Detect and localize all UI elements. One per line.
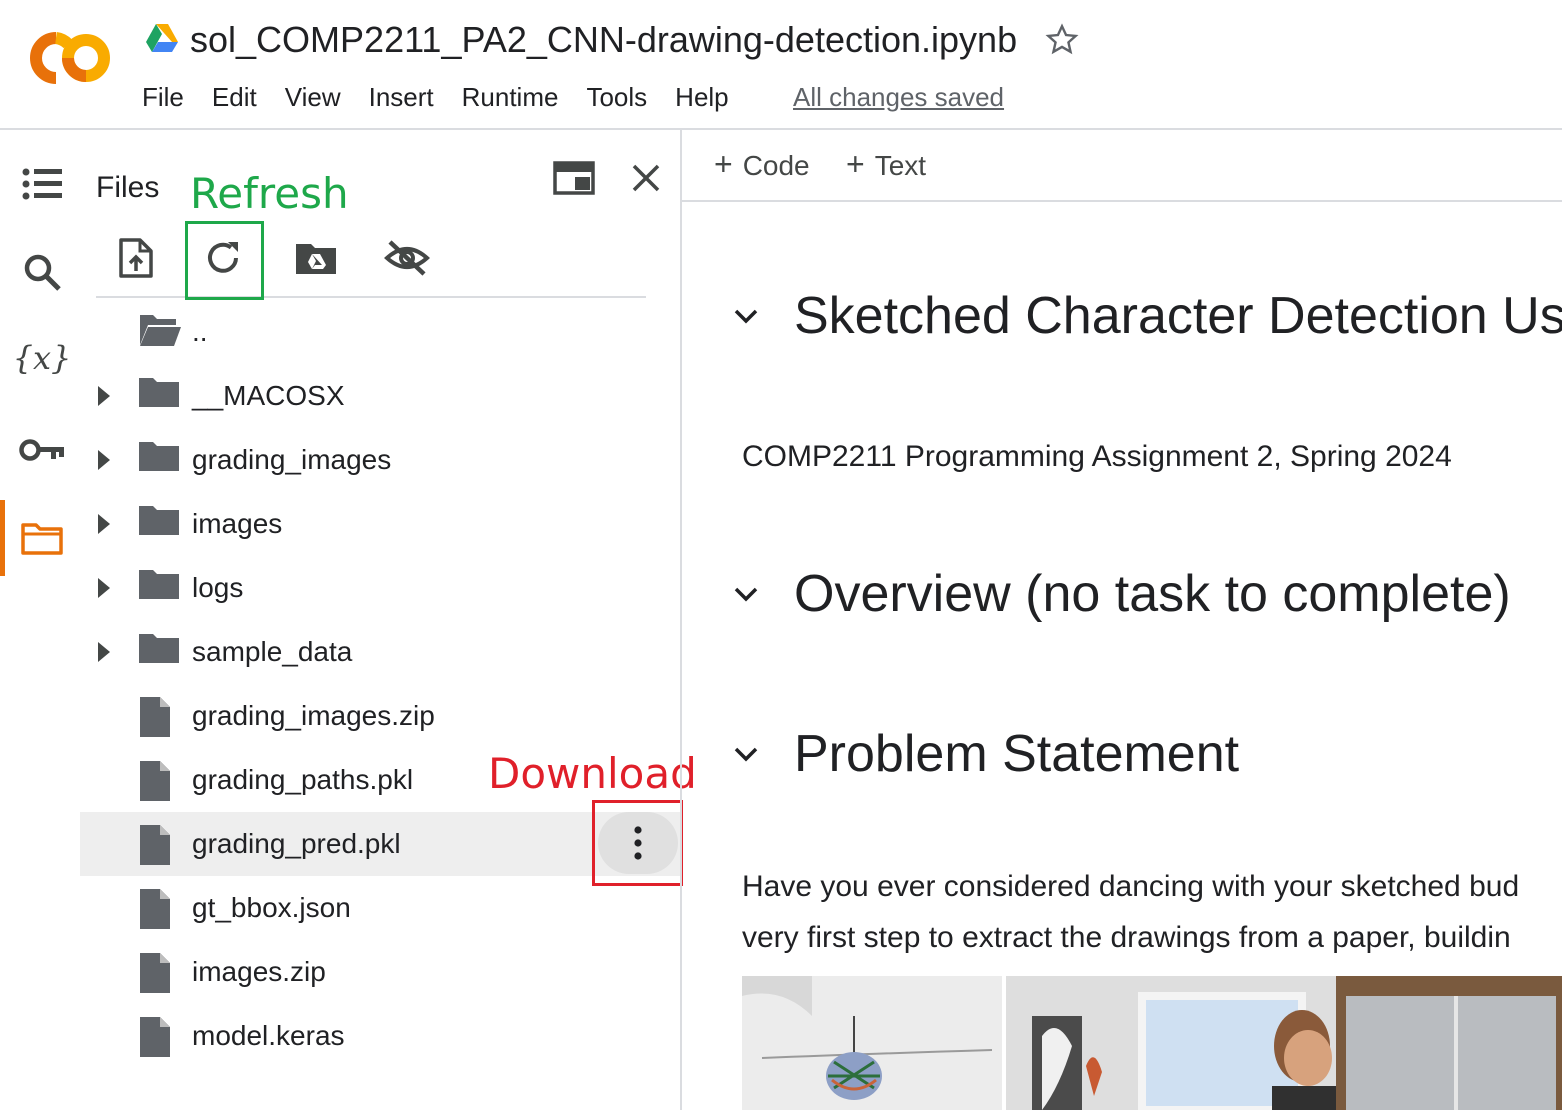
open-folder-icon bbox=[138, 312, 182, 352]
collapse-chevron-icon[interactable] bbox=[730, 738, 762, 770]
key-icon[interactable] bbox=[18, 428, 66, 472]
menu-runtime[interactable]: Runtime bbox=[462, 80, 573, 114]
files-panel-title: Files bbox=[96, 171, 160, 204]
file-icon bbox=[138, 952, 182, 993]
section-heading: Overview (no task to complete) bbox=[794, 565, 1511, 623]
tree-item-label: model.keras bbox=[192, 1020, 345, 1051]
add-text-label: Text bbox=[874, 150, 927, 181]
tree-item-folder[interactable]: __MACOSX bbox=[80, 364, 680, 428]
section-heading: Sketched Character Detection Usi bbox=[794, 287, 1562, 345]
plus-icon: + bbox=[714, 146, 733, 182]
tree-item-folder[interactable]: grading_images bbox=[80, 428, 680, 492]
refresh-annotation-box bbox=[185, 221, 264, 300]
files-toolbar-divider bbox=[96, 296, 646, 298]
file-icon bbox=[138, 696, 182, 737]
download-annotation-box bbox=[592, 800, 683, 886]
menu-bar: File Edit View Insert Runtime Tools Help bbox=[142, 80, 757, 114]
open-in-tab-icon[interactable] bbox=[552, 158, 596, 198]
paragraph-line: very first step to extract the drawings … bbox=[742, 921, 1511, 954]
assignment-subtitle: COMP2211 Programming Assignment 2, Sprin… bbox=[742, 440, 1452, 473]
panel-divider[interactable] bbox=[680, 128, 682, 1110]
file-icon bbox=[138, 888, 182, 929]
tree-item-label: logs bbox=[192, 572, 244, 603]
notebook-toolbar-divider bbox=[682, 200, 1562, 202]
folder-icon bbox=[138, 632, 182, 672]
folder-icon bbox=[138, 376, 182, 416]
plus-icon: + bbox=[846, 146, 865, 182]
hidden-files-icon[interactable] bbox=[382, 236, 432, 280]
section-heading: Problem Statement bbox=[794, 725, 1240, 783]
tree-item-label: images.zip bbox=[192, 956, 326, 987]
collapse-chevron-icon[interactable] bbox=[730, 578, 762, 610]
tree-item-label: grading_paths.pkl bbox=[192, 764, 414, 795]
tree-item-label: .. bbox=[192, 316, 208, 347]
tree-item-folder[interactable]: sample_data bbox=[80, 620, 680, 684]
menu-edit[interactable]: Edit bbox=[212, 80, 271, 114]
expand-arrow-icon[interactable] bbox=[98, 512, 114, 536]
tree-item-file[interactable]: grading_images.zip bbox=[80, 684, 680, 748]
search-icon[interactable] bbox=[20, 250, 64, 294]
download-annotation-label: Download bbox=[488, 749, 697, 798]
file-icon bbox=[138, 824, 182, 865]
tree-item-label: sample_data bbox=[192, 636, 353, 667]
expand-arrow-icon[interactable] bbox=[98, 576, 114, 600]
expand-arrow-icon[interactable] bbox=[98, 384, 114, 408]
tree-item-file[interactable]: gt_bbox.json bbox=[80, 876, 680, 940]
folder-icon bbox=[138, 504, 182, 544]
tree-item-label: grading_images.zip bbox=[192, 700, 435, 731]
tree-item-label: gt_bbox.json bbox=[192, 892, 351, 923]
mount-drive-icon[interactable] bbox=[292, 236, 340, 280]
menu-insert[interactable]: Insert bbox=[369, 80, 448, 114]
tree-item-file[interactable]: model.keras bbox=[80, 1004, 680, 1068]
add-text-button[interactable]: + Text bbox=[846, 146, 926, 184]
refresh-annotation-label: Refresh bbox=[190, 169, 349, 218]
star-icon[interactable] bbox=[1044, 22, 1080, 63]
tree-item-file-selected[interactable]: grading_pred.pkl bbox=[80, 812, 680, 876]
google-drive-icon bbox=[146, 24, 178, 57]
menu-help[interactable]: Help bbox=[675, 80, 742, 114]
tree-item-parent[interactable]: .. bbox=[80, 300, 680, 364]
variables-icon[interactable]: {x} bbox=[13, 336, 72, 380]
upload-file-icon[interactable] bbox=[114, 236, 158, 280]
tree-item-label: grading_images bbox=[192, 444, 392, 475]
tree-item-file[interactable]: images.zip bbox=[80, 940, 680, 1004]
active-panel-indicator bbox=[0, 500, 5, 576]
tree-item-folder[interactable]: images bbox=[80, 492, 680, 556]
close-icon[interactable] bbox=[626, 158, 666, 198]
table-of-contents-icon[interactable] bbox=[20, 162, 64, 206]
collapse-chevron-icon[interactable] bbox=[730, 300, 762, 332]
file-icon bbox=[138, 1016, 182, 1057]
expand-arrow-icon[interactable] bbox=[98, 640, 114, 664]
paragraph-line: Have you ever considered dancing with yo… bbox=[742, 870, 1520, 903]
colab-logo[interactable] bbox=[28, 30, 112, 91]
notebook-title[interactable]: sol_COMP2211_PA2_CNN-drawing-detection.i… bbox=[190, 18, 1017, 62]
tree-item-label: images bbox=[192, 508, 283, 539]
save-status-link[interactable]: All changes saved bbox=[793, 80, 1004, 114]
folder-icon[interactable] bbox=[20, 516, 64, 560]
tree-item-label: __MACOSX bbox=[192, 380, 345, 411]
add-code-label: Code bbox=[742, 150, 810, 181]
file-icon bbox=[138, 760, 182, 801]
tree-item-label: grading_pred.pkl bbox=[192, 828, 401, 859]
expand-arrow-icon[interactable] bbox=[98, 448, 114, 472]
add-code-button[interactable]: + Code bbox=[714, 146, 810, 184]
menu-view[interactable]: View bbox=[285, 80, 355, 114]
folder-icon bbox=[138, 440, 182, 480]
folder-icon bbox=[138, 568, 182, 608]
demo-image bbox=[742, 976, 1562, 1110]
menu-file[interactable]: File bbox=[142, 80, 198, 114]
menu-tools[interactable]: Tools bbox=[586, 80, 661, 114]
tree-item-folder[interactable]: logs bbox=[80, 556, 680, 620]
